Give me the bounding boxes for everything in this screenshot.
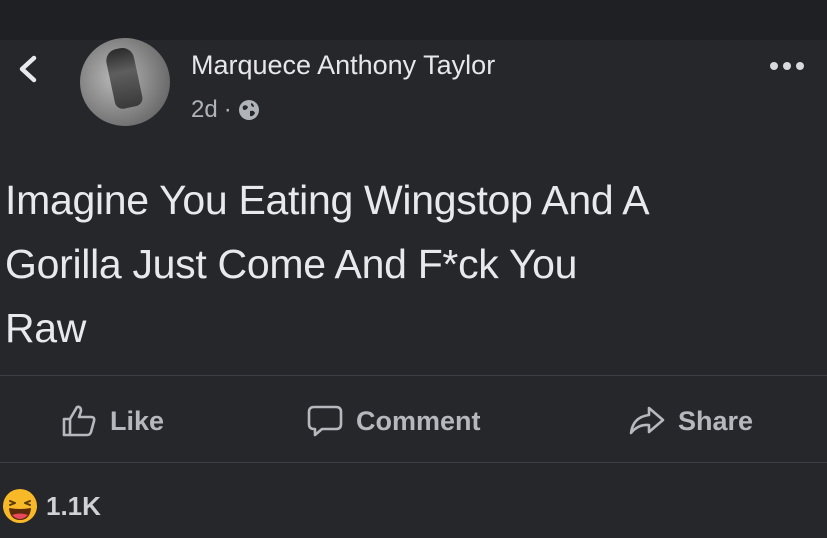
reaction-summary[interactable]: 1.1K [2,488,101,524]
thumbs-up-icon [62,405,96,437]
author-name[interactable]: Marquece Anthony Taylor [191,50,495,81]
like-button[interactable]: Like [60,392,164,450]
post-text: Imagine You Eating Wingstop And A Gorill… [5,168,820,360]
meta-separator: · [223,96,232,123]
laughing-emoji-icon [3,489,37,523]
post-text-line: Raw [5,305,87,351]
top-strip [0,0,827,40]
post-time[interactable]: 2d [191,96,218,124]
globe-icon[interactable] [238,99,260,121]
like-label: Like [110,405,165,436]
post-text-line: Gorilla Just Come And F*ck You [5,241,578,287]
post-meta: 2d · [191,96,260,124]
action-bar: Like Comment Share [0,392,827,450]
share-button[interactable]: Share [628,392,753,450]
comment-button[interactable]: Comment [306,392,481,450]
share-label: Share [678,405,754,436]
avatar[interactable] [80,38,170,126]
share-icon [629,406,665,435]
post-text-line: Imagine You Eating Wingstop And A [5,177,650,223]
comment-icon [307,405,343,437]
comment-label: Comment [356,405,481,436]
more-options-icon[interactable] [770,62,804,70]
chevron-left-icon[interactable] [10,52,44,86]
reaction-count: 1.1K [46,490,101,521]
divider [0,462,827,463]
divider [0,375,827,376]
